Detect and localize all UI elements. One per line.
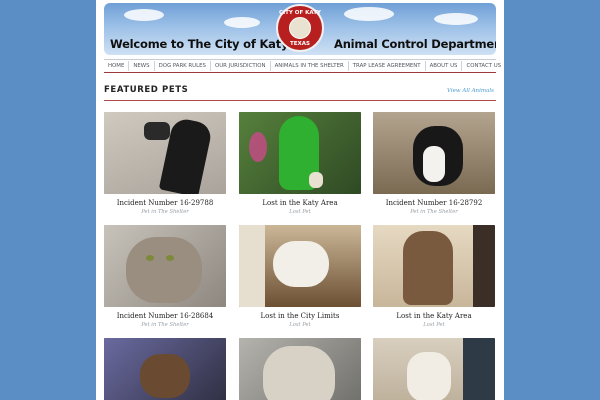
nav-item-our-jurisdiction[interactable]: OUR JURISDICTION: [211, 61, 271, 71]
pet-category[interactable]: Lost Pet: [373, 322, 495, 328]
pet-title[interactable]: Lost in the Katy Area: [239, 199, 361, 207]
pet-category[interactable]: Pet in The Shelter: [104, 209, 226, 215]
pet-photo[interactable]: [104, 338, 226, 400]
pet-title[interactable]: Lost in the Katy Area: [373, 312, 495, 320]
pet-photo[interactable]: [104, 112, 226, 194]
nav-item-about-us[interactable]: ABOUT US: [426, 61, 463, 71]
nav-item-news[interactable]: NEWS: [129, 61, 155, 71]
pet-category[interactable]: Pet in The Shelter: [373, 209, 495, 215]
pet-photo[interactable]: [373, 225, 495, 307]
nav-item-contact-us[interactable]: CONTACT US: [462, 61, 504, 71]
cloud-decoration: [124, 9, 164, 21]
seal-emblem: [289, 17, 311, 39]
nav-item-dog-park-rules[interactable]: DOG PARK RULES: [155, 61, 211, 71]
nav-item-animals-in-shelter[interactable]: ANIMALS IN THE SHELTER: [271, 61, 349, 71]
pet-photo[interactable]: [373, 112, 495, 194]
pet-photo[interactable]: [239, 338, 361, 400]
site-banner[interactable]: Welcome to The City of Katy CITY OF KATY…: [104, 3, 496, 55]
section-divider: [104, 100, 496, 101]
pet-photo[interactable]: [239, 112, 361, 194]
pet-photo[interactable]: [104, 225, 226, 307]
pet-category[interactable]: Lost Pet: [239, 209, 361, 215]
nav-item-trap-lease-agreement[interactable]: TRAP LEASE AGREEMENT: [349, 61, 426, 71]
city-seal-logo: CITY OF KATY TEXAS: [276, 4, 324, 52]
nav-item-home[interactable]: HOME: [104, 61, 130, 71]
pet-photo[interactable]: [373, 338, 495, 400]
pet-title[interactable]: Incident Number 16-29788: [104, 199, 226, 207]
view-all-animals-link[interactable]: View All Animals: [447, 88, 494, 94]
pet-photo[interactable]: [239, 225, 361, 307]
main-nav: HOME NEWS DOG PARK RULES OUR JURISDICTIO…: [104, 59, 501, 73]
pet-title[interactable]: Incident Number 16-28792: [373, 199, 495, 207]
cloud-decoration: [434, 13, 478, 25]
seal-bottom-text: TEXAS: [290, 41, 310, 47]
seal-top-text: CITY OF KATY: [279, 10, 321, 16]
pet-title[interactable]: Lost in the City Limits: [239, 312, 361, 320]
pet-category[interactable]: Pet in The Shelter: [104, 322, 226, 328]
pet-title[interactable]: Incident Number 16-28684: [104, 312, 226, 320]
pet-category[interactable]: Lost Pet: [239, 322, 361, 328]
page-container: Welcome to The City of Katy CITY OF KATY…: [96, 0, 504, 400]
cloud-decoration: [344, 7, 394, 21]
banner-welcome-text: Welcome to The City of Katy: [110, 37, 289, 51]
banner-department-text: Animal Control Department: [334, 37, 496, 51]
featured-pets-heading: FEATURED PETS: [104, 85, 189, 95]
cloud-decoration: [224, 17, 260, 28]
